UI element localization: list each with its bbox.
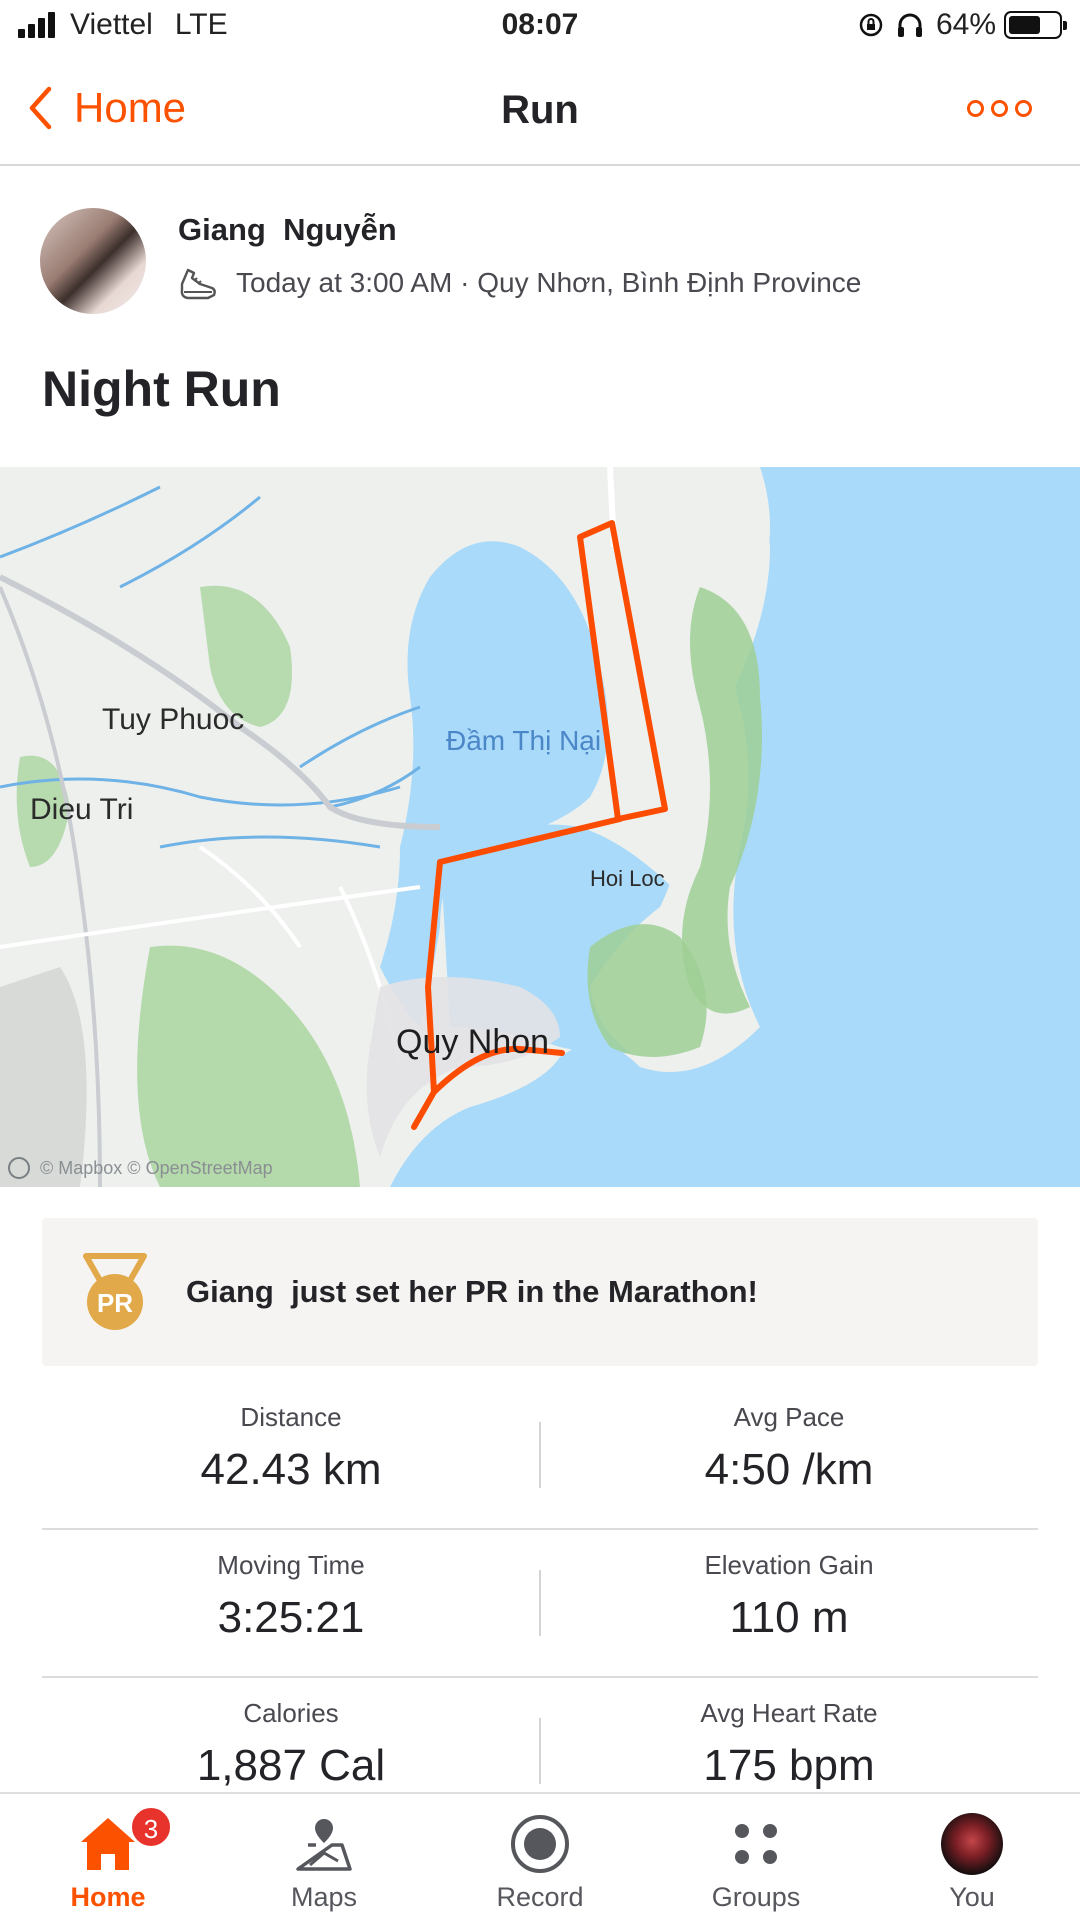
stat-value: 110 m: [729, 1593, 849, 1642]
tab-label: Record: [496, 1882, 584, 1912]
map-canvas: Tuy Phuoc Dieu Tri Đầm Thị Nại Hoi Loc Q…: [0, 467, 1080, 1187]
headphones-icon: [896, 12, 924, 38]
stat-value: 42.43 km: [200, 1445, 382, 1494]
map-attribution[interactable]: © Mapbox © OpenStreetMap: [8, 1157, 273, 1179]
achievement-text: Giang just set her PR in the Marathon!: [186, 1274, 758, 1309]
stat-distance: Distance 42.43 km: [42, 1402, 540, 1495]
battery-percent: 64%: [935, 8, 996, 41]
tab-icon-wrap: [432, 1808, 648, 1880]
stat-value: 175 bpm: [703, 1741, 875, 1790]
battery-fill: [1009, 16, 1040, 34]
map-attribution-text: © Mapbox © OpenStreetMap: [40, 1157, 273, 1178]
stat-value: 3:25:21: [217, 1593, 365, 1642]
activity-meta-text: Today at 3:00 AM · Quy Nhơn, Bình Định P…: [236, 267, 862, 298]
pr-medal-text: PR: [97, 1288, 133, 1318]
rotation-lock-icon: [858, 12, 884, 38]
stat-label: Elevation Gain: [704, 1550, 874, 1580]
home-icon: [81, 1818, 135, 1870]
stat-label: Distance: [240, 1402, 342, 1432]
hills-gray: [0, 967, 87, 1187]
status-bar: Viettel LTE 08:07 64%: [0, 0, 1080, 56]
map-label-hoi-loc: Hoi Loc: [590, 866, 665, 891]
map-label-dieu-tri: Dieu Tri: [30, 793, 133, 826]
tab-label: Maps: [290, 1882, 358, 1912]
stat-label: Avg Pace: [733, 1402, 845, 1432]
route-map[interactable]: Tuy Phuoc Dieu Tri Đầm Thị Nại Hoi Loc Q…: [0, 467, 1080, 1187]
tab-groups[interactable]: Groups: [648, 1794, 864, 1920]
athlete-avatar[interactable]: [40, 208, 146, 314]
tab-icon-wrap: [0, 1808, 216, 1880]
stats-row: Moving Time 3:25:21 Elevation Gain 110 m: [42, 1530, 1038, 1678]
tab-icon-wrap: [216, 1808, 432, 1880]
tab-maps[interactable]: Maps: [216, 1794, 432, 1920]
map-label-dam-thi-nai: Đầm Thị Nại: [446, 725, 601, 756]
battery-icon: [1004, 11, 1067, 39]
stat-value: 4:50 /km: [704, 1445, 874, 1494]
back-button[interactable]: Home: [28, 84, 186, 132]
tab-icon-wrap: [648, 1808, 864, 1880]
stat-avg-heart-rate: Avg Heart Rate 175 bpm: [540, 1698, 1038, 1791]
more-dot-icon: [991, 100, 1008, 117]
activity-meta: Today at 3:00 AM · Quy Nhơn, Bình Định P…: [178, 264, 861, 302]
chevron-left-icon: [29, 86, 52, 130]
tab-label: You: [949, 1882, 995, 1912]
profile-avatar: [941, 1813, 1003, 1875]
notification-badge: 3: [130, 1806, 172, 1848]
stat-calories: Calories 1,887 Cal: [42, 1698, 540, 1791]
stat-label: Avg Heart Rate: [700, 1698, 878, 1728]
status-right: 64%: [858, 8, 1067, 42]
stats-grid: Distance 42.43 km Avg Pace 4:50 /km Movi…: [42, 1382, 1038, 1826]
groups-icon: [735, 1824, 777, 1864]
pr-medal-icon: PR: [83, 1253, 147, 1330]
nav-bar: Home Run: [0, 60, 1080, 166]
back-label: Home: [74, 84, 187, 131]
activity-title: Night Run: [42, 361, 281, 417]
tab-icon-wrap: [864, 1808, 1080, 1880]
stats-row: Distance 42.43 km Avg Pace 4:50 /km: [42, 1382, 1038, 1530]
stat-elevation-gain: Elevation Gain 110 m: [540, 1550, 1038, 1643]
tab-label: Groups: [711, 1882, 801, 1912]
more-dot-icon: [967, 100, 984, 117]
stat-label: Calories: [243, 1698, 339, 1728]
map-label-quy-nhon: Quy Nhon: [396, 1023, 549, 1061]
tab-home[interactable]: 3 Home: [0, 1794, 216, 1920]
more-dot-icon: [1015, 100, 1032, 117]
tab-label: Home: [70, 1882, 146, 1912]
stat-value: 1,887 Cal: [196, 1741, 386, 1790]
record-icon: [511, 1815, 569, 1873]
tab-you[interactable]: You: [864, 1794, 1080, 1920]
stat-label: Moving Time: [217, 1550, 365, 1580]
tab-bar: 3 Home Maps Record Groups You: [0, 1792, 1080, 1920]
stat-moving-time: Moving Time 3:25:21: [42, 1550, 540, 1643]
stat-avg-pace: Avg Pace 4:50 /km: [540, 1402, 1038, 1495]
athlete-name[interactable]: Giang Nguyễn: [178, 212, 397, 248]
more-options-button[interactable]: [960, 100, 1032, 117]
map-pin-icon: [296, 1819, 352, 1871]
achievement-banner[interactable]: PR Giang just set her PR in the Marathon…: [42, 1218, 1038, 1366]
mapbox-logo-icon: [8, 1157, 30, 1179]
tab-record[interactable]: Record: [432, 1794, 648, 1920]
map-label-tuy-phuoc: Tuy Phuoc: [102, 703, 244, 736]
shoe-icon: [180, 268, 216, 300]
